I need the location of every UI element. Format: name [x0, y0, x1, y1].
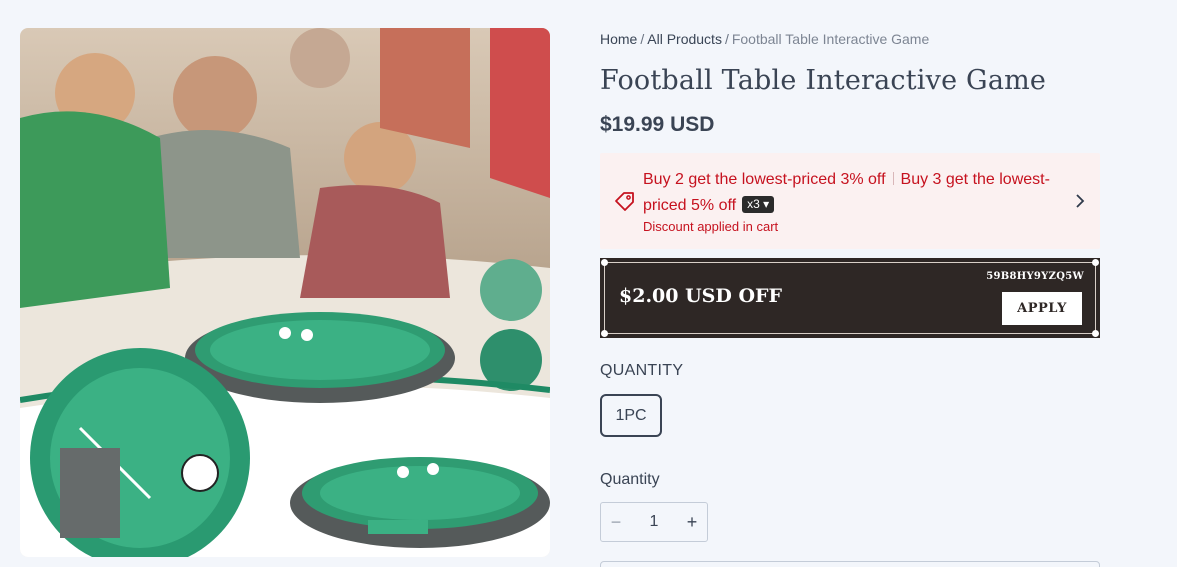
add-to-cart-button-partial[interactable] — [600, 561, 1100, 567]
promotion-multiplier-badge[interactable]: x3 ▾ — [742, 196, 775, 213]
option-label: QUANTITY — [600, 362, 684, 379]
promotion-divider — [892, 172, 894, 185]
decrease-quantity-button[interactable]: − — [609, 512, 623, 532]
coupon-corner-dot — [601, 330, 608, 337]
product-price: $19.99 USD — [600, 113, 715, 136]
quantity-stepper: − 1 + — [600, 502, 708, 542]
chevron-right-icon[interactable] — [1074, 193, 1086, 209]
product-photo — [20, 28, 550, 557]
breadcrumb: Home / All Products / Football Table Interac… — [600, 28, 1100, 50]
breadcrumb-all-products[interactable]: All Products — [647, 31, 722, 47]
caret-down-icon: ▾ — [759, 197, 770, 211]
quantity-label: Quantity — [600, 471, 660, 488]
promotion-banner[interactable]: Buy 2 get the lowest-priced 3% off Buy 3 … — [600, 153, 1100, 249]
product-image[interactable] — [20, 28, 550, 557]
tag-icon — [615, 192, 634, 211]
coupon-corner-dot — [601, 259, 608, 266]
coupon-amount: $2.00 USD OFF — [619, 285, 783, 307]
increase-quantity-button[interactable]: + — [685, 512, 699, 532]
quantity-value[interactable]: 1 — [650, 513, 659, 531]
product-info: Home / All Products / Football Table Interac… — [600, 28, 1100, 542]
multiplier-label: x3 — [747, 197, 760, 211]
apply-coupon-button[interactable]: APPLY — [1002, 292, 1082, 325]
promotion-note: Discount applied in cart — [643, 219, 779, 234]
coupon-code: 59B8HY9YZQ5W — [986, 271, 1084, 282]
product-title: Football Table Interactive Game — [600, 65, 1047, 96]
promotion-text: Buy 2 get the lowest-priced 3% off Buy 3 … — [643, 167, 1053, 219]
breadcrumb-separator: / — [724, 31, 729, 47]
breadcrumb-current: Football Table Interactive Game — [731, 31, 930, 47]
variant-option-1pc[interactable]: 1PC — [600, 394, 662, 437]
coupon-corner-dot — [1092, 259, 1099, 266]
promotion-offer-1: Buy 2 get the lowest-priced 3% off — [643, 171, 886, 188]
coupon-corner-dot — [1092, 330, 1099, 337]
breadcrumb-separator: / — [640, 31, 645, 47]
coupon-card: $2.00 USD OFF 59B8HY9YZQ5W APPLY — [600, 258, 1100, 338]
breadcrumb-home[interactable]: Home — [600, 31, 637, 47]
